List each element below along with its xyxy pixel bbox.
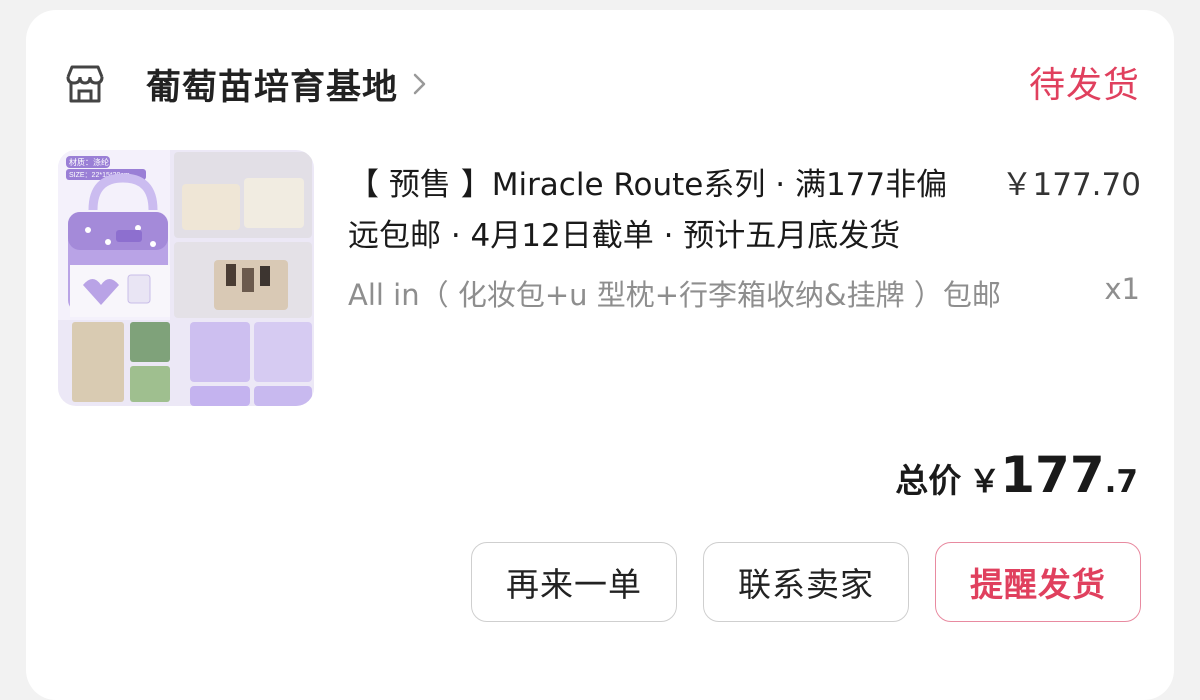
shop-icon: [66, 65, 104, 103]
product-image: 材质：涤纶 SIZE：22*15*20cm: [58, 150, 314, 406]
reorder-button[interactable]: 再来一单: [471, 542, 677, 622]
product-thumbnail[interactable]: 材质：涤纶 SIZE：22*15*20cm: [58, 150, 314, 406]
total-currency: ￥: [969, 464, 1001, 500]
total-label: 总价: [895, 461, 962, 500]
contact-seller-button[interactable]: 联系卖家: [703, 542, 909, 622]
shop-header[interactable]: 葡萄苗培育基地: [62, 54, 428, 114]
remind-ship-button[interactable]: 提醒发货: [935, 542, 1141, 622]
thumb-tag: 材质：涤纶: [69, 157, 109, 167]
order-status: 待发货: [1028, 65, 1140, 106]
product-title[interactable]: 【 预售 】Miracle Route系列 · 满177非偏远包邮 · 4月12…: [348, 160, 948, 262]
order-total: 总价 ￥ 177 .7: [895, 446, 1138, 504]
total-integer: 177: [1000, 446, 1105, 504]
order-actions: 再来一单 联系卖家 提醒发货: [471, 542, 1141, 622]
order-card[interactable]: 葡萄苗培育基地 待发货 材质：涤纶 SIZE：22*15*20cm 【 预售 】…: [26, 10, 1174, 700]
product-variant: All in（ 化妆包+u 型枕+行李箱收纳&挂牌 ）包邮: [348, 278, 1001, 312]
unit-price: ￥177.70: [1001, 167, 1141, 203]
shop-name[interactable]: 葡萄苗培育基地: [146, 59, 398, 110]
quantity: x1: [1104, 272, 1140, 306]
chevron-right-icon[interactable]: [412, 72, 428, 96]
total-decimal: .7: [1104, 464, 1138, 500]
